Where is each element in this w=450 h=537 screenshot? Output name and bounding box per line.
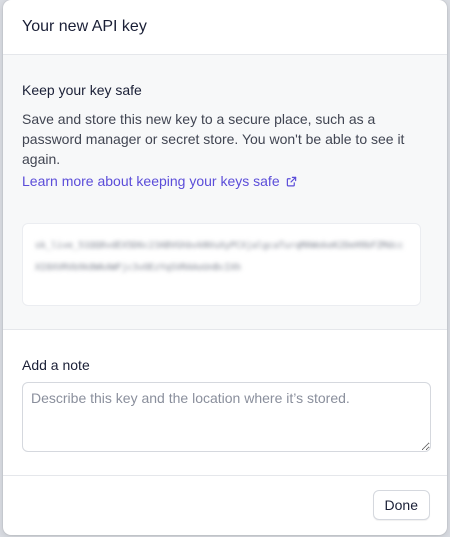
learn-more-link-label: Learn more about keeping your keys safe	[22, 173, 280, 189]
key-safety-section: Keep your key safe Save and store this n…	[3, 55, 447, 330]
external-link-icon	[286, 176, 296, 186]
note-section: Add a note	[3, 330, 447, 476]
learn-more-link[interactable]: Learn more about keeping your keys safe	[22, 173, 297, 189]
key-safety-description: Save and store this new key to a secure …	[22, 111, 405, 167]
api-key-value[interactable]: sk_live_51QQ8vdEX5D6c23ABVGhbvkNVuXyPCXj…	[35, 235, 408, 279]
key-safety-heading: Keep your key safe	[22, 82, 142, 98]
done-button[interactable]: Done	[372, 490, 430, 520]
dialog-title: Your new API key	[22, 18, 147, 35]
api-key-box[interactable]: sk_live_51QQ8vdEX5D6c23ABVGhbvkNVuXyPCXj…	[22, 223, 421, 306]
note-label: Add a note	[22, 357, 90, 373]
dialog-header: Your new API key	[3, 0, 447, 55]
note-textarea[interactable]	[22, 382, 431, 452]
dialog-footer: Done	[3, 476, 447, 535]
api-key-dialog: Your new API key Keep your key safe Save…	[3, 0, 447, 535]
